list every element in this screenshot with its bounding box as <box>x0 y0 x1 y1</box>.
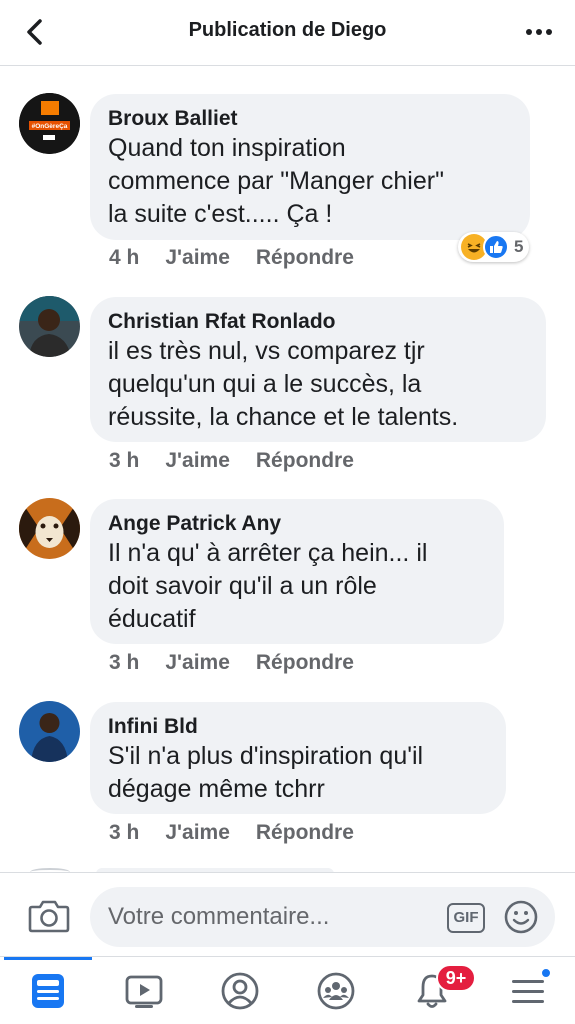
notifications-badge: 9+ <box>436 964 476 992</box>
groups-icon[interactable] <box>316 971 356 1011</box>
like-button[interactable]: J'aime <box>165 821 230 845</box>
comment-actions: 4 h J'aime Répondre <box>109 246 354 270</box>
comment-author[interactable]: Broux Balliet <box>108 106 512 132</box>
reply-button[interactable]: Répondre <box>256 821 354 845</box>
comment-bubble[interactable]: Infini Bld S'il n'a plus d'inspiration q… <box>90 702 506 814</box>
like-button[interactable]: J'aime <box>165 449 230 473</box>
like-reaction-icon <box>483 234 509 260</box>
comment-bubble[interactable]: Christian Rfat Ronlado il es très nul, v… <box>90 297 546 442</box>
comment-author[interactable]: Christian Rfat Ronlado <box>108 309 528 335</box>
avatar-logo-text: #OnGèreÇa <box>32 123 68 130</box>
comment-time: 3 h <box>109 821 140 844</box>
menu-notification-dot <box>540 967 552 979</box>
comment-time: 4 h <box>109 246 140 269</box>
comment-actions: 3 h J'aime Répondre <box>109 821 354 845</box>
comment-text: il es très nul, vs comparez tjr quelqu'u… <box>108 337 459 431</box>
watch-icon[interactable] <box>124 971 164 1011</box>
comment-actions: 3 h J'aime Répondre <box>109 651 354 675</box>
reactions-summary[interactable]: 5 <box>458 232 530 262</box>
active-tab-indicator <box>4 957 92 960</box>
comment-placeholder: Votre commentaire... <box>108 903 330 930</box>
profile-icon[interactable] <box>220 971 260 1011</box>
reply-button[interactable]: Répondre <box>256 651 354 675</box>
like-button[interactable]: J'aime <box>165 246 230 270</box>
comment-text: S'il n'a plus d'inspiration qu'il dégage… <box>108 742 424 803</box>
comment-time: 3 h <box>109 449 140 472</box>
news-feed-icon[interactable] <box>28 971 68 1011</box>
comment-text: Quand ton inspiration commence par "Mang… <box>108 134 444 228</box>
avatar[interactable] <box>19 296 80 357</box>
comment-actions: 3 h J'aime Répondre <box>109 449 354 473</box>
reply-button[interactable]: Répondre <box>256 449 354 473</box>
reply-button[interactable]: Répondre <box>256 246 354 270</box>
comment-author[interactable]: Ange Patrick Any <box>108 511 486 537</box>
avatar[interactable]: #OnGèreÇa <box>19 93 80 154</box>
comment-bubble[interactable]: Broux Balliet Quand ton inspiration comm… <box>90 94 530 240</box>
like-button[interactable]: J'aime <box>165 651 230 675</box>
comment-composer: Votre commentaire... GIF <box>0 872 575 956</box>
emoji-icon[interactable] <box>503 899 539 935</box>
comment-input[interactable]: Votre commentaire... GIF <box>90 887 555 947</box>
top-bar: Publication de Diego <box>0 0 575 66</box>
camera-icon[interactable] <box>28 898 70 934</box>
comment-text: Il n'a qu' à arrêter ça hein... il doit … <box>108 539 428 633</box>
comment-time: 3 h <box>109 651 140 674</box>
page-title: Publication de Diego <box>188 19 387 41</box>
gif-icon[interactable]: GIF <box>447 903 485 933</box>
avatar[interactable] <box>19 498 80 559</box>
bottom-navigation: 9+ <box>0 956 575 1024</box>
reaction-count: 5 <box>514 237 524 256</box>
more-icon[interactable] <box>521 18 557 46</box>
avatar[interactable] <box>19 701 80 762</box>
comment-author[interactable]: Infini Bld <box>108 714 488 740</box>
comment-bubble[interactable]: Ange Patrick Any Il n'a qu' à arrêter ça… <box>90 499 504 644</box>
